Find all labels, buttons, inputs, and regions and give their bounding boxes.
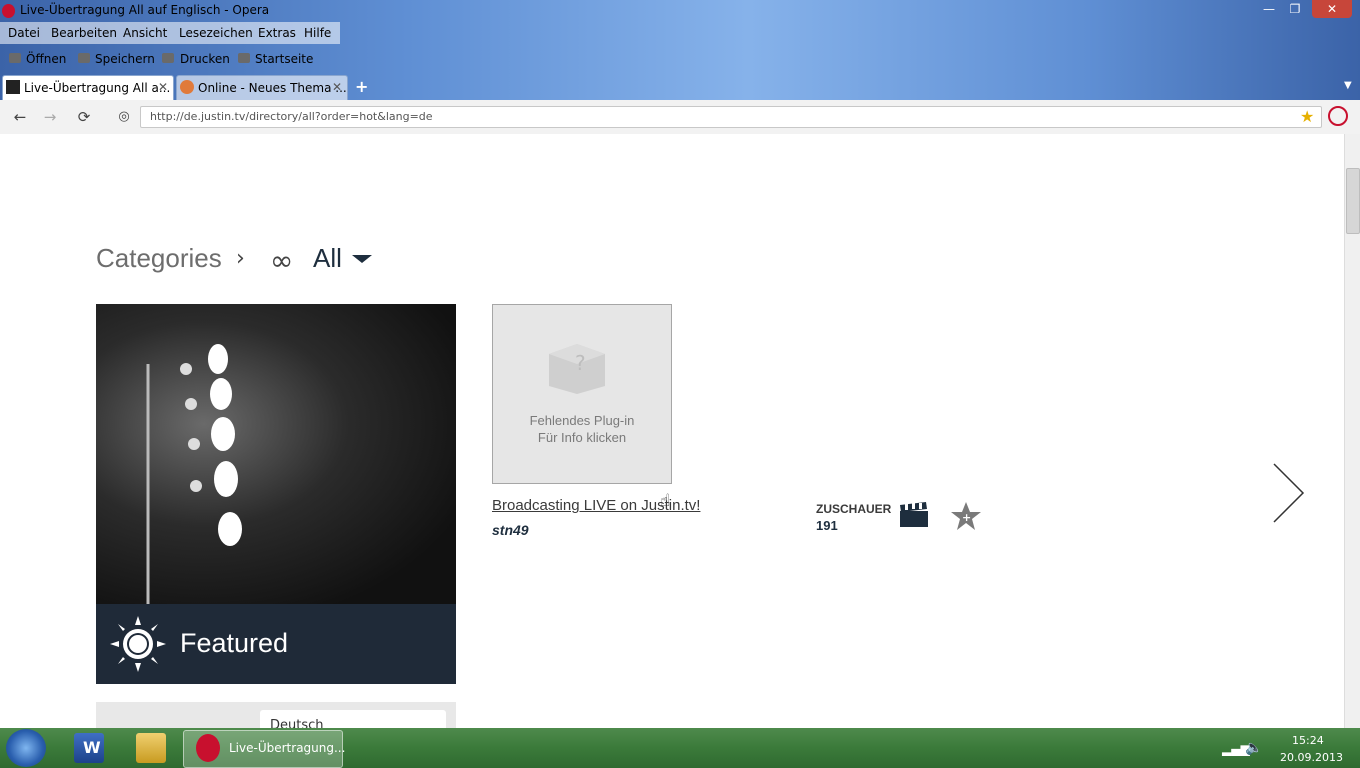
plugin-missing-text: Fehlendes Plug-in (529, 413, 635, 428)
all-category-label[interactable]: All (313, 243, 342, 274)
task-opera-label: Live-Übertragung... (229, 741, 346, 755)
minimize-button[interactable]: — (1256, 0, 1282, 18)
adblock-icon[interactable] (1328, 106, 1348, 126)
scrollbar-thumb[interactable] (1346, 168, 1360, 234)
url-text: http://de.justin.tv/directory/all?order=… (150, 110, 433, 123)
volume-icon[interactable]: 🔈 (1245, 740, 1262, 756)
clock-time[interactable]: 15:24 (1292, 734, 1324, 747)
close-tab-icon[interactable]: ✕ (158, 80, 168, 94)
viewers-label: ZUSCHAUER (816, 502, 892, 516)
stadium-lights-image (146, 344, 242, 604)
close-tab-icon[interactable]: ✕ (332, 80, 342, 94)
categories-label[interactable]: Categories (96, 243, 222, 274)
site-info-icon[interactable]: ◎ (112, 106, 136, 128)
save-button[interactable]: Speichern (95, 52, 155, 66)
next-arrow-icon[interactable] (1270, 462, 1306, 524)
mouse-cursor-icon: ☝ (660, 491, 671, 511)
print-icon (162, 53, 174, 63)
menu-extras[interactable]: Extras (258, 26, 296, 40)
clapperboard-icon[interactable] (899, 502, 929, 528)
sun-icon (110, 616, 166, 672)
viewers-count: 191 (816, 518, 838, 533)
window-title: Live-Übertragung All auf Englisch - Oper… (20, 3, 270, 17)
menu-bearbeiten[interactable]: Bearbeiten (51, 26, 117, 40)
favorite-star-icon[interactable]: + (950, 500, 982, 532)
forward-icon[interactable]: → (38, 106, 62, 128)
tab-label: Online - Neues Thema ... (198, 81, 347, 95)
home-button[interactable]: Startseite (255, 52, 313, 66)
breadcrumb-arrow-icon: › (236, 246, 245, 271)
home-icon (238, 53, 250, 63)
open-button[interactable]: Öffnen (26, 52, 66, 66)
forum-favicon-icon (180, 80, 194, 94)
plugin-info-text: Für Info klicken (537, 430, 627, 445)
opera-logo-icon (2, 4, 15, 18)
svg-text:+: + (962, 511, 971, 524)
new-tab-icon[interactable]: + (355, 77, 368, 96)
infinity-icon: ∞ (270, 244, 294, 277)
menu-ansicht[interactable]: Ansicht (123, 26, 167, 40)
print-button[interactable]: Drucken (180, 52, 230, 66)
tab-label: Live-Übertragung All a... (24, 81, 171, 95)
save-icon (78, 53, 90, 63)
dropdown-caret-icon[interactable] (352, 255, 372, 263)
reload-icon[interactable]: ⟳ (72, 106, 96, 128)
back-icon[interactable]: ← (8, 106, 32, 128)
svg-text:?: ? (575, 351, 586, 375)
notes-icon[interactable] (136, 733, 166, 763)
featured-image[interactable] (96, 304, 456, 604)
menu-lesezeichen[interactable]: Lesezeichen (179, 26, 253, 40)
justin-favicon-icon (6, 80, 20, 94)
stream-username[interactable]: stn49 (492, 522, 529, 538)
bookmark-star-icon[interactable]: ★ (1300, 107, 1314, 126)
plugin-puzzle-icon: ? (549, 344, 605, 394)
restore-button[interactable]: ❐ (1282, 0, 1308, 18)
opera-task-icon (196, 734, 220, 762)
folder-icon (9, 53, 21, 63)
tab-menu-chevron-icon[interactable]: ▼ (1344, 80, 1352, 91)
start-button[interactable] (6, 729, 46, 767)
close-button[interactable]: ✕ (1312, 0, 1352, 18)
featured-label: Featured (180, 628, 289, 658)
word-icon-glyph: W (83, 738, 101, 757)
clock-date[interactable]: 20.09.2013 (1280, 751, 1343, 764)
menu-hilfe[interactable]: Hilfe (304, 26, 331, 40)
menu-datei[interactable]: Datei (8, 26, 40, 40)
